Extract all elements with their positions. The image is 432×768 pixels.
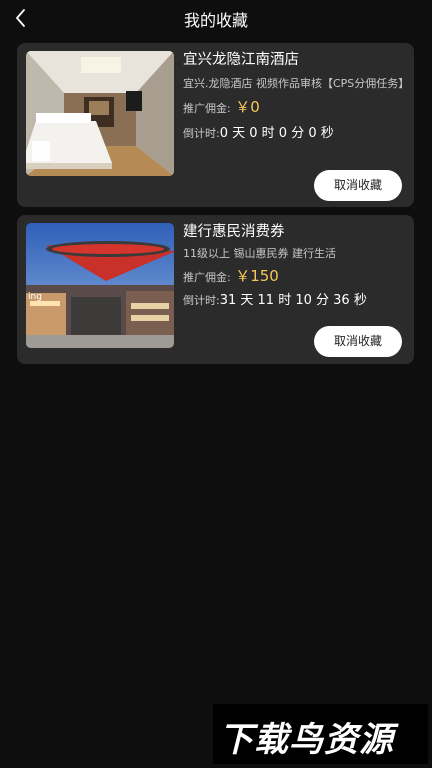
countdown-row: 倒计时:0 天 0 时 0 分 0 秒	[183, 125, 404, 143]
commission-row: 推广佣金: ￥0	[183, 98, 404, 118]
countdown-value: 0 天 0 时 0 分 0 秒	[219, 126, 334, 141]
svg-text:ing: ing	[28, 292, 42, 302]
commission-row: 推广佣金: ￥150	[183, 267, 404, 287]
watermark-text: 下载鸟资源	[219, 720, 394, 760]
unfavorite-button[interactable]: 取消收藏	[314, 170, 402, 201]
shopping-mall-photo: ing	[26, 223, 174, 348]
favorite-card[interactable]: 宜兴龙隐江南酒店 宜兴.龙隐酒店 视频作品审核【CPS分佣任务】 推广佣金: ￥…	[17, 43, 414, 207]
favorite-description: 宜兴.龙隐酒店 视频作品审核【CPS分佣任务】	[183, 77, 410, 90]
favorite-title: 建行惠民消费券	[183, 224, 285, 240]
countdown-label: 倒计时:	[183, 294, 220, 307]
top-bar: 我的收藏	[0, 0, 432, 36]
hotel-room-photo	[26, 51, 174, 176]
countdown-label: 倒计时:	[183, 127, 220, 140]
favorite-card[interactable]: ing 建行惠民消费券 11级以上 锡山惠民券 建行生活 推广佣金: ￥150 …	[17, 215, 414, 364]
commission-label: 推广佣金:	[183, 102, 231, 115]
page-title: 我的收藏	[183, 11, 248, 30]
commission-label: 推广佣金:	[183, 271, 231, 284]
countdown-row: 倒计时:31 天 11 时 10 分 36 秒	[183, 292, 404, 310]
favorite-title: 宜兴龙隐江南酒店	[183, 52, 299, 68]
unfavorite-button[interactable]: 取消收藏	[314, 326, 402, 357]
watermark: 下载鸟资源	[213, 704, 428, 764]
commission-amount: ￥0	[235, 98, 260, 116]
favorite-description: 11级以上 锡山惠民券 建行生活	[183, 247, 336, 260]
countdown-value: 31 天 11 时 10 分 36 秒	[219, 293, 367, 308]
commission-amount: ￥150	[235, 267, 279, 285]
